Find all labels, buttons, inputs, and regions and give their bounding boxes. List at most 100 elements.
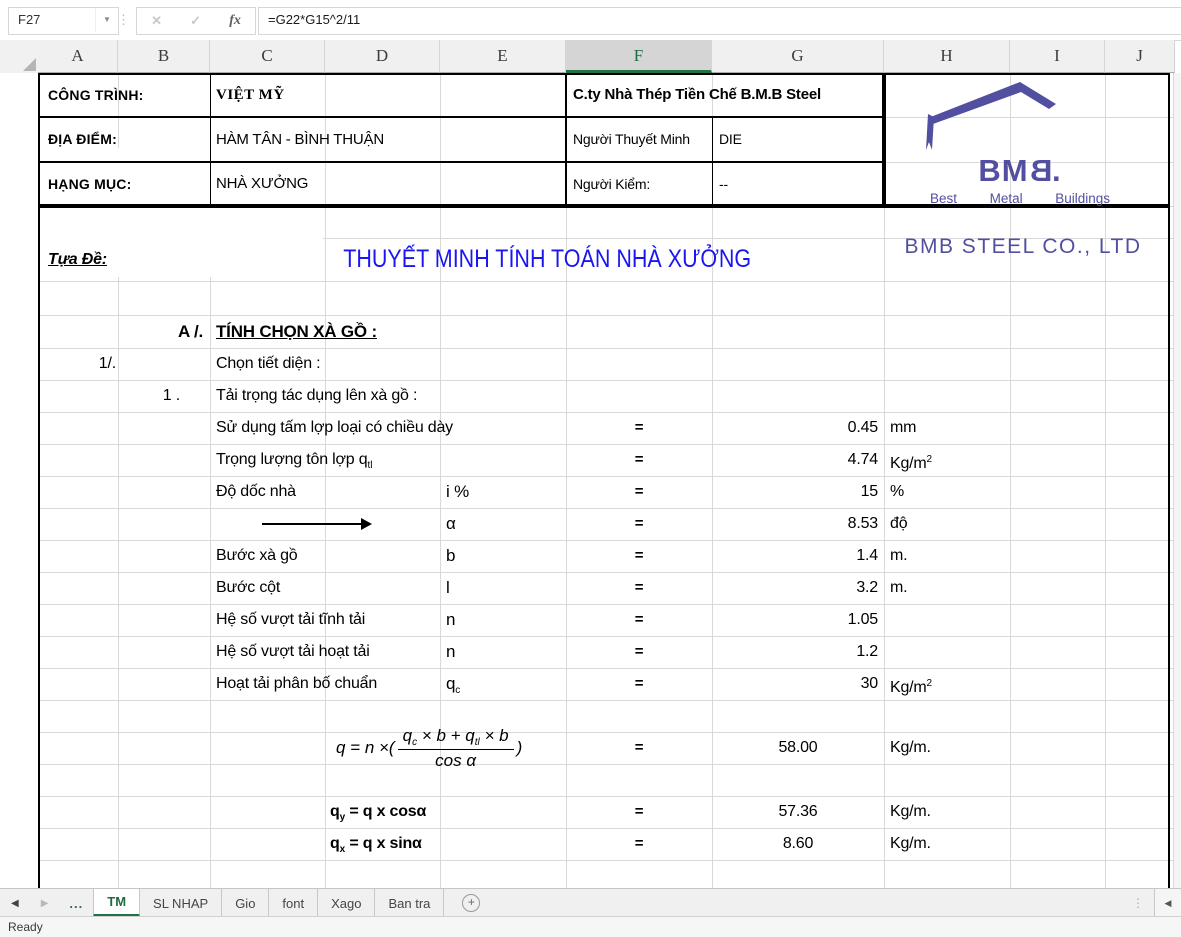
sheet-tab-tm[interactable]: TM [93, 889, 140, 917]
cell-location-value[interactable]: HÀM TÂN - BÌNH THUẬN [216, 117, 384, 162]
cell-param-unit-row12[interactable]: % [890, 476, 904, 508]
column-header-A[interactable]: A [38, 40, 118, 73]
cell-qy-formula[interactable]: qy = q x cosα [330, 796, 426, 828]
cell-param-symbol-row14[interactable]: b [446, 540, 455, 572]
cell-load-formula-unit[interactable]: Kg/m. [890, 732, 931, 764]
cell-param-unit-row14[interactable]: m. [890, 540, 907, 572]
cell-qx-formula[interactable]: qx = q x sinα [330, 828, 422, 860]
column-header-I[interactable]: I [1010, 40, 1105, 73]
cell-category-label[interactable]: HẠNG MỤC: [48, 162, 131, 206]
cell-qy-eq[interactable]: = [566, 796, 712, 828]
cell-param-value-row18[interactable]: 30 [712, 668, 878, 700]
cell-param-eq-row15[interactable]: = [566, 572, 712, 604]
name-box-dropdown-icon[interactable]: ▼ [95, 8, 118, 32]
worksheet-grid[interactable]: CÔNG TRÌNH: VIỆT MỸ ĐỊA ĐIỂM: HÀM TÂN - … [0, 73, 1181, 888]
insert-function-icon[interactable]: fx [229, 9, 241, 33]
cell-param-eq-row10[interactable]: = [566, 412, 712, 444]
cell-param-label-row12[interactable]: Độ dốc nhà [216, 476, 296, 508]
cell-qy-unit[interactable]: Kg/m. [890, 796, 931, 828]
new-sheet-button[interactable]: + [462, 889, 480, 917]
cell-checker-label[interactable]: Người Kiểm: [573, 162, 650, 206]
cell-param-eq-row14[interactable]: = [566, 540, 712, 572]
cell-presenter-value[interactable]: DIE [719, 117, 742, 162]
cell-qx-value[interactable]: 8.60 [712, 828, 884, 860]
tab-scroll-right-icon[interactable]: ▶ [30, 889, 60, 917]
cell-param-symbol-row13[interactable]: α [446, 508, 456, 540]
cell-qy-value[interactable]: 57.36 [712, 796, 884, 828]
cell-section-a-number[interactable]: A /. [118, 315, 203, 348]
cell-param-unit-row10[interactable]: mm [890, 412, 916, 444]
cell-param-symbol-row12[interactable]: i % [446, 476, 469, 508]
column-header-D[interactable]: D [325, 40, 440, 73]
cell-param-value-row14[interactable]: 1.4 [712, 540, 878, 572]
cell-qx-unit[interactable]: Kg/m. [890, 828, 931, 860]
select-all-corner[interactable] [0, 40, 39, 74]
cell-sub11-number[interactable]: 1 . [118, 380, 180, 412]
cancel-entry-icon[interactable]: ✕ [151, 9, 162, 33]
cell-param-label-row17[interactable]: Hệ số vượt tải hoạt tải [216, 636, 370, 668]
hscroll-left-icon[interactable]: ◀ [1154, 889, 1181, 917]
cell-param-label-row11[interactable]: Trọng lượng tôn lợp qtl [216, 444, 372, 476]
cell-section-a-heading[interactable]: TÍNH CHỌN XÀ GỒ : [216, 315, 377, 348]
cell-param-symbol-row15[interactable]: l [446, 572, 450, 604]
name-box[interactable]: F27 ▼ [8, 7, 119, 35]
sheet-tab-xago[interactable]: Xago [318, 889, 375, 917]
formula-input[interactable]: =G22*G15^2/11 [258, 7, 1181, 35]
cell-param-label-row16[interactable]: Hệ số vượt tải tĩnh tải [216, 604, 365, 636]
column-header-H[interactable]: H [884, 40, 1010, 73]
cell-presenter-label[interactable]: Người Thuyết Minh [573, 117, 690, 162]
cell-location-label[interactable]: ĐỊA ĐIỂM: [48, 117, 117, 162]
cell-param-value-row15[interactable]: 3.2 [712, 572, 878, 604]
cell-param-value-row11[interactable]: 4.74 [712, 444, 878, 476]
cell-sub1-text[interactable]: Chọn tiết diện : [216, 348, 320, 380]
cell-param-label-row15[interactable]: Bước cột [216, 572, 280, 604]
cell-param-label-row18[interactable]: Hoạt tải phân bố chuẩn [216, 668, 377, 700]
cell-param-unit-row11[interactable]: Kg/m2 [890, 444, 932, 476]
cell-param-value-row10[interactable]: 0.45 [712, 412, 878, 444]
tab-scroll-left-icon[interactable]: ◀ [0, 889, 30, 917]
cell-qx-eq[interactable]: = [566, 828, 712, 860]
cell-param-label-row10[interactable]: Sử dụng tấm lợp loại có chiều dày [216, 412, 453, 444]
tab-overflow-button[interactable]: ... [59, 889, 93, 917]
cell-param-value-row17[interactable]: 1.2 [712, 636, 878, 668]
cell-param-value-row16[interactable]: 1.05 [712, 604, 878, 636]
cell-param-eq-row18[interactable]: = [566, 668, 712, 700]
cell-param-eq-row12[interactable]: = [566, 476, 712, 508]
cell-checker-value[interactable]: -- [719, 162, 728, 206]
splitter-dots-icon[interactable]: ⋮ [1132, 896, 1144, 910]
cell-project-label[interactable]: CÔNG TRÌNH: [48, 73, 144, 117]
cell-param-value-row12[interactable]: 15 [712, 476, 878, 508]
cell-param-unit-row15[interactable]: m. [890, 572, 907, 604]
cell-param-eq-row11[interactable]: = [566, 444, 712, 476]
cell-param-symbol-row17[interactable]: n [446, 636, 455, 668]
sheet-tab-gio[interactable]: Gio [222, 889, 269, 917]
cell-param-unit-row13[interactable]: độ [890, 508, 907, 540]
cell-param-symbol-row18[interactable]: qc [446, 668, 460, 700]
cell-load-formula[interactable]: q = n ×( qc × b + qtl × b cos α ) [336, 710, 522, 786]
cell-sub11-text[interactable]: Tải trọng tác dụng lên xà gồ : [216, 380, 417, 412]
column-header-C[interactable]: C [210, 40, 325, 73]
cell-param-symbol-row16[interactable]: n [446, 604, 455, 636]
column-header-E[interactable]: E [440, 40, 566, 73]
cell-sub1-number[interactable]: 1/. [38, 348, 116, 380]
cell-param-label-row14[interactable]: Bước xà gồ [216, 540, 297, 572]
column-header-J[interactable]: J [1105, 40, 1175, 73]
cell-param-value-row13[interactable]: 8.53 [712, 508, 878, 540]
vertical-scrollbar[interactable] [1173, 73, 1181, 888]
column-header-F[interactable]: F [566, 40, 712, 73]
confirm-entry-icon[interactable]: ✓ [190, 9, 201, 33]
cell-param-eq-row16[interactable]: = [566, 604, 712, 636]
cell-project-value[interactable]: VIỆT MỸ [216, 73, 285, 117]
sheet-tab-font[interactable]: font [269, 889, 318, 917]
cell-param-eq-row17[interactable]: = [566, 636, 712, 668]
cell-title-label[interactable]: Tựa Đề: [48, 238, 107, 281]
cell-param-unit-row18[interactable]: Kg/m2 [890, 668, 932, 700]
cell-category-value[interactable]: NHÀ XƯỞNG [216, 162, 308, 206]
cell-load-formula-value[interactable]: 58.00 [712, 732, 884, 764]
cell-param-eq-row13[interactable]: = [566, 508, 712, 540]
sheet-tab-sl-nhap[interactable]: SL NHAP [140, 889, 222, 917]
cell-load-formula-eq[interactable]: = [566, 732, 712, 764]
sheet-tab-ban-tra[interactable]: Ban tra [375, 889, 444, 917]
cell-company-name[interactable]: C.ty Nhà Thép Tiền Chế B.M.B Steel [573, 73, 821, 117]
column-header-G[interactable]: G [712, 40, 884, 73]
